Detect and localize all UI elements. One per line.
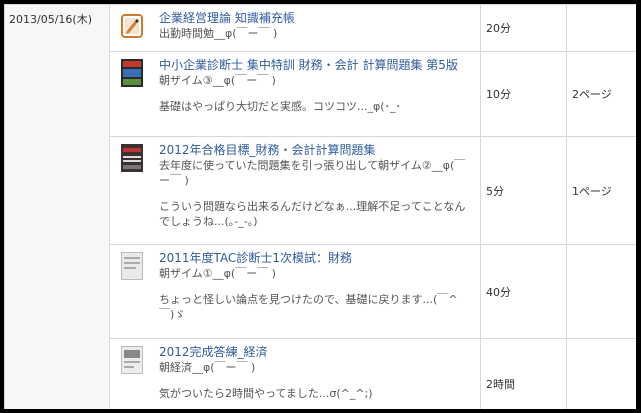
entry-comment: 基礎はやっぱり大切だと実感。コツコツ..._φ(･_･ — [159, 100, 402, 113]
book-title-link[interactable]: 中小企業診断士 集中特訓 財務・会計 計算問題集 第5版 — [159, 58, 472, 73]
study-log-table: 2013/05/16(木) 企業経営理論 知識補充帳 出勤時間勉__φ(￣ー￣ … — [4, 4, 636, 409]
entry-cell: 企業経営理論 知識補充帳 出勤時間勉__φ(￣ー￣ ) — [109, 4, 481, 52]
entry-comment: ちょっと怪しい論点を見つけたので、基礎に戻ります...(￣^￣)ゞ — [159, 293, 458, 321]
book-cover-icon[interactable] — [121, 346, 143, 374]
date-cell: 2013/05/16(木) — [4, 4, 110, 409]
study-time: 40分 — [480, 244, 567, 339]
book-title-link[interactable]: 2012年合格目標_財務・会計計算問題集 — [159, 143, 472, 158]
entry-cell: 中小企業診断士 集中特訓 財務・会計 計算問題集 第5版 朝ザイム③__φ(￣ー… — [109, 51, 481, 137]
book-title-link[interactable]: 2012完成答練_経済 — [159, 345, 472, 360]
entry-cell: 2012完成答練_経済 朝経済__φ(￣ー￣ ) 気がついたら2時間やってました… — [109, 338, 481, 409]
entry-comment: こういう問題なら出来るんだけどなぁ...理解不足ってことなんでしょうね...(｡… — [159, 200, 466, 228]
book-title-link[interactable]: 2011年度TAC診断士1次模試：財務 — [159, 251, 472, 266]
study-pages — [566, 4, 636, 52]
entry-comment: 気がついたら2時間やってました...σ(^_^;) — [159, 387, 373, 400]
date-label: 2013/05/16(木) — [9, 13, 92, 26]
book-cover-icon[interactable] — [121, 59, 143, 87]
book-cover-icon[interactable] — [121, 252, 143, 280]
pencil-note-icon[interactable] — [121, 12, 143, 40]
study-pages — [566, 338, 636, 409]
entry-subtitle: 朝経済__φ(￣ー￣ ) — [159, 361, 256, 374]
entry-subtitle: 朝ザイム③__φ(￣ー￣ ) — [159, 74, 276, 87]
book-title-link[interactable]: 企業経営理論 知識補充帳 — [159, 11, 472, 26]
entry-subtitle: 朝ザイム①__φ(￣ー￣ ) — [159, 267, 276, 280]
study-pages: 1ページ — [566, 136, 636, 245]
entry-subtitle: 出勤時間勉__φ(￣ー￣ ) — [159, 27, 278, 40]
entry-cell: 2012年合格目標_財務・会計計算問題集 去年度に使っていた問題集を引っ張り出し… — [109, 136, 481, 245]
entry-subtitle: 去年度に使っていた問題集を引っ張り出して朝ザイム②__φ(￣ー￣ ) — [159, 159, 466, 187]
study-time: 5分 — [480, 136, 567, 245]
study-time: 20分 — [480, 4, 567, 52]
book-cover-icon[interactable] — [121, 144, 143, 172]
study-pages: 2ページ — [566, 51, 636, 137]
study-time: 10分 — [480, 51, 567, 137]
study-pages — [566, 244, 636, 339]
table-row: 2013/05/16(木) 企業経営理論 知識補充帳 出勤時間勉__φ(￣ー￣ … — [4, 4, 636, 409]
study-log-panel: 2013/05/16(木) 企業経営理論 知識補充帳 出勤時間勉__φ(￣ー￣ … — [4, 4, 636, 409]
entry-cell: 2011年度TAC診断士1次模試：財務 朝ザイム①__φ(￣ー￣ ) ちょっと怪… — [109, 244, 481, 339]
study-time: 2時間 — [480, 338, 567, 409]
